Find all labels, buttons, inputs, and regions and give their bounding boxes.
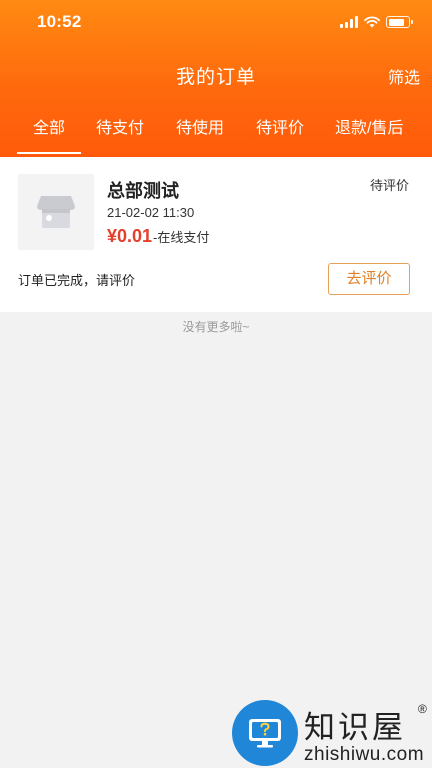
tab-pending-review[interactable]: 待评价	[256, 114, 304, 138]
header: 10:52 我的订单 筛选 全部 待支付 待使用 待评价 退款/售后	[0, 0, 432, 157]
tab-pending-use[interactable]: 待使用	[176, 114, 224, 138]
payment-method: -在线支付	[153, 230, 210, 245]
active-tab-indicator	[17, 152, 81, 154]
watermark-logo-icon	[232, 700, 298, 766]
order-price: ¥0.01	[107, 226, 153, 246]
store-name[interactable]: 总部测试	[107, 177, 179, 203]
watermark: 知识屋 ® zhishiwu.com	[232, 700, 432, 768]
store-icon	[37, 196, 75, 228]
order-message: 订单已完成，请评价	[18, 273, 136, 288]
status-bar: 10:52	[0, 0, 432, 48]
store-thumbnail	[18, 174, 94, 250]
price-row: ¥0.01 -在线支付	[107, 226, 209, 247]
wifi-icon	[364, 16, 380, 28]
battery-level	[388, 18, 404, 26]
page-title: 我的订单	[175, 67, 256, 88]
watermark-domain: zhishiwu.com	[304, 744, 425, 765]
review-button[interactable]: 去评价	[328, 263, 410, 295]
cellular-signal-icon	[340, 16, 358, 28]
order-tabs: 全部 待支付 待使用 待评价 退款/售后	[0, 100, 432, 157]
order-status: 待评价	[369, 178, 409, 193]
status-time: 10:52	[37, 12, 82, 31]
order-card[interactable]: 总部测试 待评价 21-02-02 11:30 ¥0.01 -在线支付 订单已完…	[0, 157, 432, 312]
order-time: 21-02-02 11:30	[107, 205, 195, 220]
status-icons	[340, 16, 413, 28]
filter-button[interactable]: 筛选	[388, 64, 420, 88]
navbar: 我的订单 筛选	[0, 48, 432, 100]
watermark-brand: 知识屋	[304, 710, 406, 746]
tab-pending-payment[interactable]: 待支付	[96, 114, 144, 138]
tab-refund-aftersale[interactable]: 退款/售后	[335, 114, 403, 138]
list-end-message: 没有更多啦~	[182, 320, 250, 334]
battery-icon	[386, 16, 413, 28]
registered-mark: ®	[418, 702, 427, 716]
help-monitor-icon	[249, 719, 281, 748]
tab-all[interactable]: 全部	[33, 114, 65, 138]
